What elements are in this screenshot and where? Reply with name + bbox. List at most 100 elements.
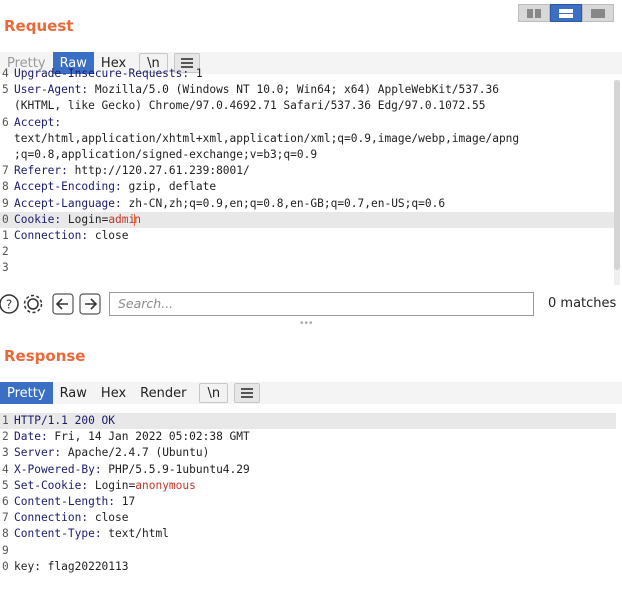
code-line: ;q=0.8,application/signed-exchange;v=b3;…: [0, 147, 616, 163]
response-tab-pretty[interactable]: Pretty: [0, 382, 53, 404]
previous-match-icon[interactable]: [52, 293, 74, 315]
response-tabbar: Pretty Raw Hex Render \n: [0, 382, 261, 404]
header-key: Content-Type:: [14, 527, 102, 541]
line-number: 8: [2, 180, 9, 194]
code-line: 4 X-Powered-By: PHP/5.5.9-1ubuntu4.29: [0, 462, 616, 478]
scrollbar-thumb[interactable]: [614, 80, 620, 270]
code-line: (KHTML, like Gecko) Chrome/97.0.4692.71 …: [0, 98, 616, 114]
line-number: 1: [2, 414, 9, 427]
header-value: text/html,application/xhtml+xml,applicat…: [14, 131, 520, 145]
code-line: 8 Accept-Encoding: gzip, deflate: [0, 179, 616, 195]
header-key: Accept-Encoding:: [14, 180, 122, 194]
code-line: 7 Referer: http://120.27.61.239:8001/: [0, 163, 616, 179]
line-number: 2: [2, 430, 9, 444]
line-text: Set-Cookie: Login=anonymous: [14, 478, 196, 494]
header-value: gzip, deflate: [121, 180, 217, 194]
code-line: text/html,application/xhtml+xml,applicat…: [0, 131, 616, 147]
code-line: 0 key: flag20220113: [0, 559, 616, 575]
header-value: 17: [115, 494, 136, 508]
search-bar: ? Search... 0 matches: [0, 291, 622, 317]
header-value: Apache/2.4.7 (Ubuntu): [61, 446, 210, 460]
response-tab-newline[interactable]: \n: [199, 383, 229, 403]
code-line: 2: [0, 244, 616, 260]
line-text: Accept-Encoding: gzip, deflate: [14, 179, 216, 195]
line-text: Cookie: Login=admin: [14, 212, 141, 228]
line-number: 5: [2, 83, 9, 97]
line-number: 3: [2, 446, 9, 460]
response-tab-render[interactable]: Render: [133, 382, 193, 404]
line-number: 2: [2, 245, 9, 259]
header-value: close: [88, 228, 129, 242]
pane-splitter-handle[interactable]: •••: [300, 318, 314, 329]
header-key: Content-Length:: [14, 494, 116, 508]
search-input[interactable]: Search...: [109, 292, 534, 316]
request-scrollbar[interactable]: [614, 80, 620, 285]
code-line: 6 Content-Length: 17: [0, 494, 616, 510]
header-value: ;q=0.8,application/signed-exchange;v=b3;…: [14, 147, 318, 161]
line-number: 1: [2, 228, 9, 242]
code-line: 5 User-Agent: Mozilla/5.0 (Windows NT 10.…: [0, 82, 616, 98]
line-number: 5: [2, 478, 9, 492]
code-line: 3: [0, 260, 616, 276]
layout-buttons: [518, 4, 614, 22]
tabs-layout-button[interactable]: [582, 4, 614, 22]
header-value: Login=: [61, 212, 109, 226]
line-number: 4: [2, 67, 9, 80]
split-vertical-layout-button[interactable]: [550, 4, 582, 22]
code-line: 5 Set-Cookie: Login=anonymous: [0, 478, 616, 494]
line-text: Server: Apache/2.4.7 (Ubuntu): [14, 445, 209, 461]
match-count: 0 matches: [548, 296, 617, 311]
line-text: Content-Length: 17: [14, 494, 135, 510]
request-editor[interactable]: 4 Upgrade-Insecure-Requests: 1 5 User-Agent…: [0, 66, 616, 276]
header-key: Server:: [14, 446, 62, 460]
code-line: 0 Cookie: Login=admin: [0, 211, 616, 228]
header-key: Accept-Language:: [14, 196, 122, 210]
single-pane-icon: [591, 8, 605, 18]
help-icon[interactable]: ?: [0, 293, 20, 315]
header-value: key: flag20220113: [14, 559, 129, 573]
header-value: zh-CN,zh;q=0.9,en;q=0.8,en-GB;q=0.7,en-U…: [121, 196, 446, 210]
line-text: ;q=0.8,application/signed-exchange;v=b3;…: [14, 147, 317, 163]
line-text: User-Agent: Mozilla/5.0 (Windows NT 10.0…: [14, 82, 499, 98]
line-text: key: flag20220113: [14, 559, 129, 575]
line-number: 9: [2, 543, 9, 557]
code-line: 3 Server: Apache/2.4.7 (Ubuntu): [0, 445, 616, 461]
line-number: [0, 131, 14, 147]
cookie-value: anonymous: [135, 478, 196, 492]
response-tab-hex[interactable]: Hex: [94, 382, 133, 404]
response-menu-button[interactable]: [234, 383, 261, 403]
code-line: 1 Connection: close: [0, 228, 616, 244]
line-number: 7: [2, 164, 9, 178]
line-number: 0: [2, 212, 9, 226]
header-key: Connection:: [14, 228, 89, 242]
header-value: Login=: [88, 478, 136, 492]
header-key: Accept:: [14, 115, 62, 129]
line-number: 7: [2, 511, 9, 525]
next-match-icon[interactable]: [79, 293, 101, 315]
split-horizontal-layout-button[interactable]: [518, 4, 550, 22]
header-value: text/html: [101, 527, 169, 541]
header-value: http://120.27.61.239:8001/: [67, 164, 250, 178]
line-text: Content-Type: text/html: [14, 526, 169, 542]
line-number: [0, 98, 14, 114]
header-key: Referer:: [14, 164, 68, 178]
code-line: 6 Accept:: [0, 115, 616, 131]
line-text: text/html,application/xhtml+xml,applicat…: [14, 131, 519, 147]
code-line: 4 Upgrade-Insecure-Requests: 1: [0, 66, 616, 82]
line-number: 6: [2, 115, 9, 129]
response-tab-raw[interactable]: Raw: [53, 382, 94, 404]
response-editor[interactable]: 1 HTTP/1.1 200 OK 2 Date: Fri, 14 Jan 2022 …: [0, 413, 616, 575]
code-line: 9 Accept-Language: zh-CN,zh;q=0.9,en;q=0.…: [0, 196, 616, 212]
code-line: 9: [0, 543, 616, 559]
line-text: Date: Fri, 14 Jan 2022 05:02:38 GMT: [14, 429, 250, 445]
header-key: Upgrade-Insecure-Requests:: [14, 67, 190, 80]
line-number: 0: [2, 559, 9, 573]
settings-gear-icon[interactable]: [22, 293, 44, 315]
header-value: Mozilla/5.0 (Windows NT 10.0; Win64; x64…: [88, 83, 499, 97]
line-text: Connection: close: [14, 228, 129, 244]
cookie-value: admin: [108, 212, 142, 226]
line-text: Referer: http://120.27.61.239:8001/: [14, 163, 250, 179]
response-title: Response: [4, 347, 86, 365]
header-value: 1: [189, 67, 203, 80]
line-text: Upgrade-Insecure-Requests: 1: [14, 66, 203, 82]
